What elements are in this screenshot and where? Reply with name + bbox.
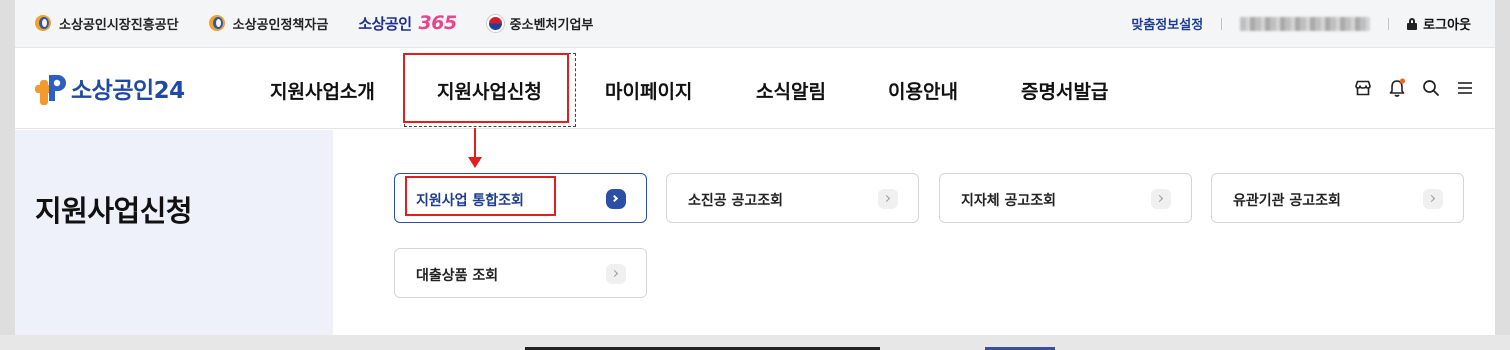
browser-viewport: 소상공인시장진흥공단 소상공인정책자금 소상공인 365 중소벤처기업부 맞춤정… (15, 0, 1495, 335)
nav-guide[interactable]: 이용안내 (888, 77, 958, 104)
card-loan-products[interactable]: 대출상품 조회 (394, 248, 647, 298)
section-side-panel: 지원사업신청 (15, 130, 333, 335)
custom-info-link[interactable]: 맞춤정보설정 (1131, 14, 1203, 33)
bell-icon[interactable] (1387, 78, 1407, 98)
policy-fund-link[interactable]: 소상공인정책자금 (208, 14, 329, 33)
taeguk-icon (486, 14, 504, 32)
nav-mypage[interactable]: 마이페이지 (605, 77, 692, 104)
lock-icon (1407, 17, 1418, 30)
semas-logo-icon (35, 14, 53, 32)
site-logo[interactable]: 소상공인24 (35, 71, 185, 105)
divider (1388, 17, 1390, 30)
card-semas-notice[interactable]: 소진공 공고조회 (666, 173, 919, 223)
logo-p-icon (35, 75, 66, 105)
utility-bar: 소상공인시장진흥공단 소상공인정책자금 소상공인 365 중소벤처기업부 맞춤정… (15, 0, 1495, 48)
semas-link-label: 소상공인시장진흥공단 (59, 17, 179, 33)
card-label: 소진공 공고조회 (688, 193, 784, 209)
semas-logo-icon (208, 14, 227, 32)
semas-link[interactable]: 소상공인시장진흥공단 (35, 14, 179, 33)
divider (1221, 17, 1223, 30)
annotation-arrow-head (468, 157, 482, 168)
chevron-right-icon (1151, 189, 1171, 209)
nav-intro[interactable]: 지원사업소개 (270, 77, 375, 104)
window-bottom-edge (0, 335, 1510, 350)
card-label: 대출상품 조회 (416, 268, 499, 284)
annotation-arrow-line (474, 128, 476, 160)
page-title: 지원사업신청 (35, 194, 193, 228)
redacted-username (1240, 16, 1371, 31)
chevron-right-icon (606, 264, 626, 284)
ministry-link[interactable]: 중소벤처기업부 (486, 14, 594, 33)
brand365-prefix: 소상공인 (358, 14, 412, 33)
store-icon[interactable] (1353, 78, 1373, 98)
sosanggongin365-link[interactable]: 소상공인 365 (358, 12, 458, 34)
logo-text: 소상공인24 (71, 78, 185, 104)
chevron-right-icon (878, 189, 898, 209)
main-header: 소상공인24 지원사업소개 지원사업신청 마이페이지 소식알림 이용안내 증명서… (15, 49, 1495, 129)
menu-icon[interactable] (1455, 78, 1475, 98)
nav-news[interactable]: 소식알림 (756, 77, 826, 104)
nav-certificate[interactable]: 증명서발급 (1021, 77, 1108, 104)
chevron-right-icon (1423, 189, 1443, 209)
ministry-link-label: 중소벤처기업부 (509, 17, 594, 33)
annotation-highlight-box (403, 53, 569, 123)
chevron-right-icon (606, 189, 626, 209)
card-local-gov-notice[interactable]: 지자체 공고조회 (939, 173, 1192, 223)
card-label: 지자체 공고조회 (961, 193, 1057, 209)
logout-label: 로그아웃 (1423, 18, 1471, 33)
card-related-agency-notice[interactable]: 유관기관 공고조회 (1211, 173, 1464, 223)
brand365-suffix: 365 (418, 12, 458, 34)
policy-fund-link-label: 소상공인정책자금 (232, 17, 329, 33)
search-icon[interactable] (1421, 78, 1441, 98)
card-label: 유관기관 공고조회 (1233, 193, 1341, 209)
logout-button[interactable]: 로그아웃 (1407, 14, 1471, 33)
annotation-highlight-box (405, 176, 556, 216)
